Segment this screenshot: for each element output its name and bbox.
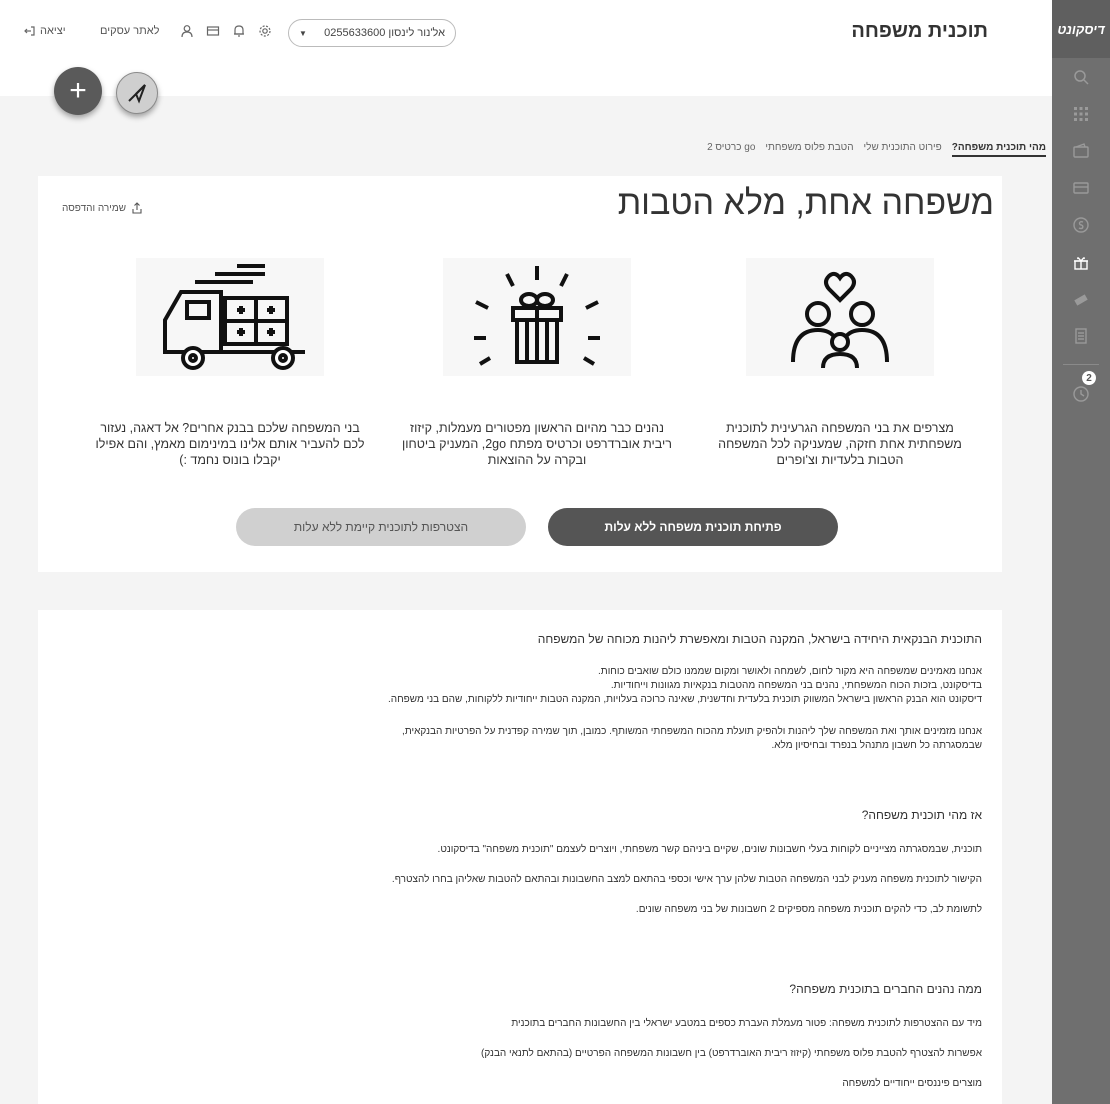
gift-icon[interactable] bbox=[1052, 243, 1110, 280]
document-icon[interactable] bbox=[1052, 317, 1110, 354]
credit-card-icon[interactable] bbox=[1052, 169, 1110, 206]
sidebar-divider bbox=[1063, 364, 1099, 365]
family-illustration-icon bbox=[746, 258, 934, 376]
gift-illustration-icon bbox=[443, 258, 631, 376]
settings-gear-icon[interactable] bbox=[258, 24, 272, 38]
logout-label: יציאה bbox=[40, 25, 66, 37]
save-print-link[interactable]: שמירה והדפסה bbox=[62, 202, 143, 214]
side-navigation: דיסקונט 2 bbox=[1052, 0, 1110, 1104]
info-card: התוכנית הבנקאית היחידה בישראל, המקנה הטב… bbox=[38, 610, 1002, 1104]
paragraph-7: הקישור לתוכנית משפחה מעניק לבני המשפחה ה… bbox=[391, 874, 982, 885]
business-site-label: לאתר עסקים bbox=[100, 25, 160, 37]
cash-icon[interactable] bbox=[1052, 280, 1110, 317]
logout-button[interactable]: יציאה bbox=[24, 25, 66, 37]
feature-gift: נהנים כבר מהיום הראשון מפטורים מעמלות, ק… bbox=[397, 258, 677, 468]
business-site-link[interactable]: לאתר עסקים bbox=[100, 25, 159, 37]
section-heading-2: אז מהי תוכנית משפחה? bbox=[861, 808, 982, 822]
feature-truck: בני המשפחה שלכם בבנק אחרים? אל דאגה, נעז… bbox=[90, 258, 370, 468]
join-existing-plan-button[interactable]: הצטרפות לתוכנית קיימת ללא עלות bbox=[236, 508, 526, 546]
tab-2go-card[interactable]: go כרטיס 2 bbox=[707, 142, 755, 157]
hero-card: משפחה אחת, מלא הטבות שמירה והדפסה מצרפים… bbox=[38, 176, 1002, 572]
currency-icon[interactable] bbox=[1052, 206, 1110, 243]
plus-icon: + bbox=[69, 74, 87, 107]
header-icons bbox=[180, 24, 272, 38]
notification-badge: 2 bbox=[1082, 371, 1096, 385]
tab-what-is[interactable]: מהי תוכנית משפחה? bbox=[951, 142, 1046, 157]
user-icon[interactable] bbox=[180, 24, 194, 38]
send-button[interactable] bbox=[116, 72, 158, 114]
feature-gift-text: נהנים כבר מהיום הראשון מפטורים מעמלות, ק… bbox=[402, 421, 672, 467]
section-heading-3: ממה נהנים החברים בתוכנית משפחה? bbox=[789, 982, 982, 996]
logout-icon bbox=[24, 26, 35, 36]
feature-truck-text: בני המשפחה שלכם בבנק אחרים? אל דאגה, נעז… bbox=[95, 421, 365, 467]
paragraph-1: אנחנו מאמינים שמשפחה היא מקור לחום, לשמח… bbox=[598, 666, 982, 677]
top-header: תוכנית משפחה אל'נור לינסון 0255633600 ▼ … bbox=[0, 0, 1052, 96]
share-icon bbox=[132, 202, 142, 214]
tab-family-plus[interactable]: הטבת פלוס משפחתי bbox=[765, 142, 853, 157]
bell-icon[interactable] bbox=[232, 24, 246, 38]
hero-headline: משפחה אחת, מלא הטבות bbox=[617, 184, 994, 222]
page-title: תוכנית משפחה bbox=[851, 20, 988, 42]
save-print-label: שמירה והדפסה bbox=[62, 202, 127, 214]
search-icon[interactable] bbox=[1052, 58, 1110, 95]
paragraph-5: שבמסגרתה כל חשבון מתנהל בנפרד ובחיסיון מ… bbox=[771, 740, 982, 751]
notifications-item[interactable]: 2 bbox=[1052, 371, 1110, 412]
paper-plane-icon bbox=[128, 84, 146, 104]
feature-family-text: מצרפים את בני המשפחה הגרעינית לתוכנית מש… bbox=[718, 421, 962, 467]
section-heading-1: התוכנית הבנקאית היחידה בישראל, המקנה הטב… bbox=[537, 632, 982, 646]
tab-my-plan[interactable]: פירוט התוכנית שלי bbox=[864, 142, 942, 157]
clock-icon bbox=[1073, 385, 1089, 402]
feature-family: מצרפים את בני המשפחה הגרעינית לתוכנית מש… bbox=[700, 258, 980, 468]
account-label: אל'נור לינסון 0255633600 bbox=[324, 27, 445, 39]
paragraph-4: אנחנו מזמינים אותך ואת המשפחה שלך ליהנות… bbox=[402, 726, 982, 737]
mail-icon[interactable] bbox=[206, 24, 220, 38]
paragraph-11: מוצרים פיננסים ייחודיים למשפחה bbox=[842, 1078, 982, 1089]
tab-bar: מהי תוכנית משפחה? פירוט התוכנית שלי הטבת… bbox=[707, 142, 1046, 157]
open-family-plan-button[interactable]: פתיחת תוכנית משפחה ללא עלות bbox=[548, 508, 838, 546]
paragraph-8: לתשומת לב, כדי להקים תוכנית משפחה מספיקי… bbox=[635, 904, 982, 915]
add-button[interactable]: + bbox=[54, 67, 102, 115]
paragraph-10: אפשרות להצטרף להטבת פלוס משפחתי (קיזוז ר… bbox=[481, 1048, 982, 1059]
moving-truck-illustration-icon bbox=[136, 258, 324, 376]
chevron-down-icon: ▼ bbox=[299, 28, 307, 38]
account-selector[interactable]: אל'נור לינסון 0255633600 ▼ bbox=[288, 19, 456, 47]
apps-grid-icon[interactable] bbox=[1052, 95, 1110, 132]
paragraph-6: תוכנית, שבמסגרתה מצייניים לקוחות בעלי חש… bbox=[437, 844, 982, 855]
paragraph-3: דיסקונט הוא הבנק הראשון בישראל המשווק תו… bbox=[387, 694, 982, 705]
paragraph-9: מיד עם ההצטרפות לתוכנית משפחה: פטור מעמל… bbox=[511, 1018, 982, 1029]
paragraph-2: בדיסקונט, בזכות הכוח המשפחתי, נהנים בני … bbox=[610, 680, 982, 691]
wallet-icon[interactable] bbox=[1052, 132, 1110, 169]
bank-logo[interactable]: דיסקונט bbox=[1052, 0, 1110, 58]
